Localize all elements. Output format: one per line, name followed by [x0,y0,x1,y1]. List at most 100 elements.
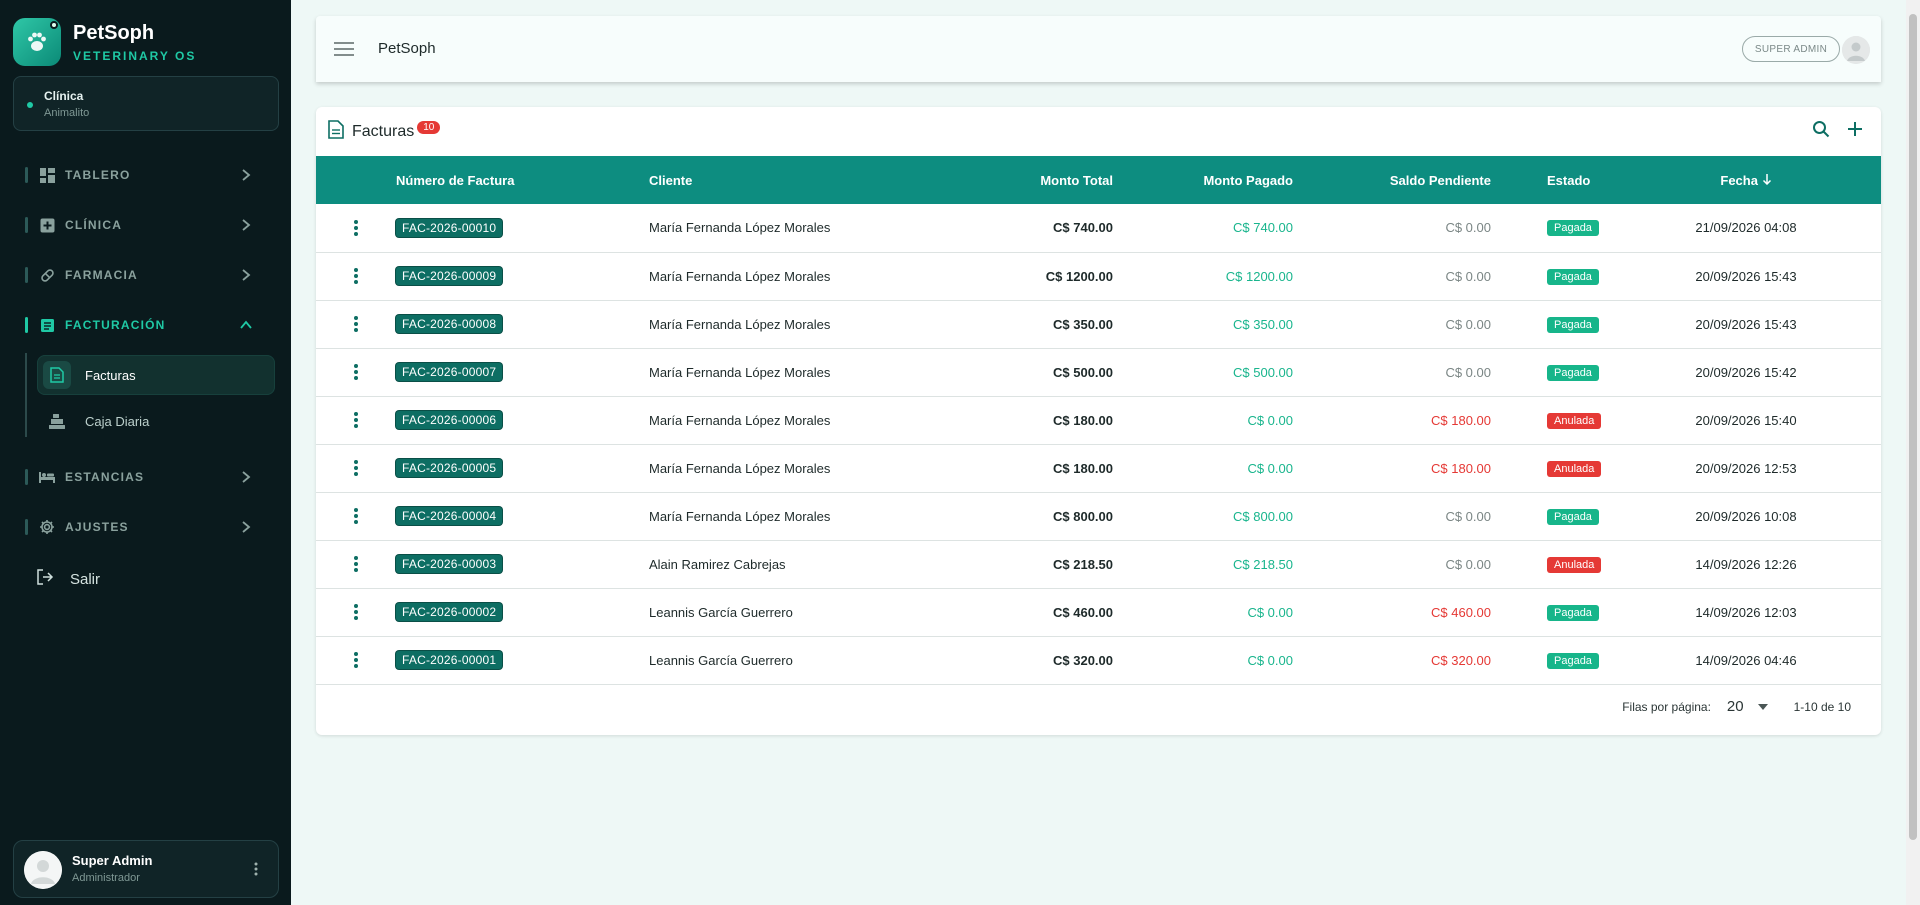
row-actions-cell [316,444,396,492]
column-header-status[interactable]: Estado [1491,156,1611,204]
invoice-number-chip[interactable]: FAC-2026-00002 [396,603,503,621]
balance-amount-cell: C$ 0.00 [1445,316,1491,332]
row-actions-cell [316,588,396,636]
column-header-number[interactable]: Número de Factura [396,156,649,204]
nav-item-tablero[interactable]: TABLERO [25,160,255,190]
column-header-client[interactable]: Cliente [649,156,979,204]
more-vertical-icon[interactable] [316,219,396,236]
table-row[interactable]: FAC-2026-00004 María Fernanda López Moral… [316,492,1881,540]
scrollbar-thumb[interactable] [1909,14,1917,840]
page-title: PetSoph [378,40,436,57]
client-cell: María Fernanda López Morales [649,268,831,284]
column-header-total[interactable]: Monto Total [979,156,1113,204]
search-icon[interactable] [1811,119,1831,139]
invoices-table: Número de Factura Cliente Monto Total Mo… [316,156,1881,685]
invoice-number-chip[interactable]: FAC-2026-00004 [396,507,503,525]
more-vertical-icon[interactable] [316,508,396,524]
paid-amount-cell: C$ 0.00 [1247,604,1293,620]
dashboard-icon [39,167,55,183]
status-badge: Anulada [1547,412,1602,429]
table-row[interactable]: FAC-2026-00007 María Fernanda López Moral… [316,348,1881,396]
sidebar-item-label: Facturas [85,367,136,383]
date-cell: 20/09/2026 15:40 [1695,412,1797,428]
table-row[interactable]: FAC-2026-00008 María Fernanda López Moral… [316,300,1881,348]
table-row[interactable]: FAC-2026-00005 María Fernanda López Moral… [316,444,1881,492]
table-row[interactable]: FAC-2026-00003 Alain Ramirez Cabrejas C$ 2… [316,540,1881,588]
menu-icon[interactable] [332,38,356,60]
column-header-balance[interactable]: Saldo Pendiente [1293,156,1491,204]
client-cell: María Fernanda López Morales [649,220,831,236]
total-amount-cell: C$ 740.00 [1053,220,1113,236]
invoice-number-chip[interactable]: FAC-2026-00001 [396,651,503,669]
nav-item-label: ESTANCIAS [65,470,145,484]
client-cell: María Fernanda López Morales [649,364,831,380]
column-header-paid[interactable]: Monto Pagado [1113,156,1293,204]
sidebar-item-caja-diaria[interactable]: Caja Diaria [37,401,275,441]
chevron-right-icon [237,216,255,234]
nav-item-clinica[interactable]: CLÍNICA [25,210,255,240]
brand[interactable]: PetSoph VETERINARY OS [13,18,196,66]
balance-amount-cell: C$ 0.00 [1445,220,1491,236]
balance-amount-cell: C$ 180.00 [1431,460,1491,476]
top-bar: PetSoph SUPER ADMIN [316,16,1881,82]
more-vertical-icon[interactable] [316,316,396,332]
user-name: Super Admin [72,853,153,868]
total-amount-cell: C$ 1200.00 [1045,268,1113,284]
invoice-number-cell: FAC-2026-00006 [396,396,649,444]
user-card[interactable]: Super Admin Administrador [13,840,279,898]
table-row[interactable]: FAC-2026-00009 María Fernanda López Moral… [316,252,1881,300]
row-actions-cell [316,492,396,540]
paid-amount-cell: C$ 0.00 [1247,652,1293,668]
invoice-number-cell: FAC-2026-00004 [396,492,649,540]
column-header-actions [316,156,396,204]
avatar[interactable] [1842,36,1870,64]
invoice-number-cell: FAC-2026-00009 [396,252,649,300]
sidebar-item-label: Caja Diaria [85,413,150,429]
status-cell: Anulada [1491,396,1611,444]
table-row[interactable]: FAC-2026-00006 María Fernanda López Moral… [316,396,1881,444]
page-scrollbar[interactable] [1906,0,1920,905]
more-vertical-icon[interactable] [248,859,264,879]
card-header: Facturas 10 [328,117,441,147]
more-vertical-icon[interactable] [316,556,396,572]
more-vertical-icon[interactable] [316,604,396,620]
role-badge[interactable]: SUPER ADMIN [1742,36,1840,62]
rows-per-page-select[interactable]: 20 [1727,698,1768,715]
chevron-right-icon [237,166,255,184]
nav-item-label: FACTURACIÓN [65,318,166,332]
balance-amount-cell: C$ 320.00 [1431,652,1491,668]
status-cell: Pagada [1491,300,1611,348]
more-vertical-icon[interactable] [316,412,396,428]
invoice-number-cell: FAC-2026-00005 [396,444,649,492]
nav-item-farmacia[interactable]: FARMACIA [25,260,255,290]
add-invoice-button[interactable] [1845,119,1865,139]
more-vertical-icon[interactable] [316,460,396,476]
status-badge: Pagada [1547,508,1599,525]
invoice-number-chip[interactable]: FAC-2026-00006 [396,411,503,429]
clinic-selector[interactable]: Clínica Animalito [13,76,279,131]
paid-amount-cell: C$ 350.00 [1233,316,1293,332]
invoice-number-chip[interactable]: FAC-2026-00007 [396,363,503,381]
nav-item-facturacion[interactable]: FACTURACIÓN [25,310,255,340]
clinic-label: Clínica [44,89,84,103]
more-vertical-icon[interactable] [316,652,396,668]
date-cell: 20/09/2026 15:43 [1695,268,1797,284]
nav-item-ajustes[interactable]: AJUSTES [25,512,255,542]
paid-amount-cell: C$ 800.00 [1233,508,1293,524]
more-vertical-icon[interactable] [316,268,396,284]
total-amount-cell: C$ 800.00 [1053,508,1113,524]
table-row[interactable]: FAC-2026-00002 Leannis García Guerrero C$ … [316,588,1881,636]
invoice-number-chip[interactable]: FAC-2026-00010 [396,218,503,237]
invoice-number-chip[interactable]: FAC-2026-00008 [396,315,503,333]
invoice-number-chip[interactable]: FAC-2026-00005 [396,459,503,477]
logout-button[interactable]: Salir [36,568,100,591]
date-cell: 20/09/2026 10:08 [1695,508,1797,524]
sidebar-item-facturas[interactable]: Facturas [37,355,275,395]
invoice-number-chip[interactable]: FAC-2026-00003 [396,555,503,573]
nav-item-estancias[interactable]: ESTANCIAS [25,462,255,492]
table-row[interactable]: FAC-2026-00001 Leannis García Guerrero C$ … [316,636,1881,684]
table-row[interactable]: FAC-2026-00010 María Fernanda López Moral… [316,204,1881,252]
invoice-number-chip[interactable]: FAC-2026-00009 [396,267,503,285]
column-header-date[interactable]: Fecha [1611,156,1881,204]
more-vertical-icon[interactable] [316,364,396,380]
